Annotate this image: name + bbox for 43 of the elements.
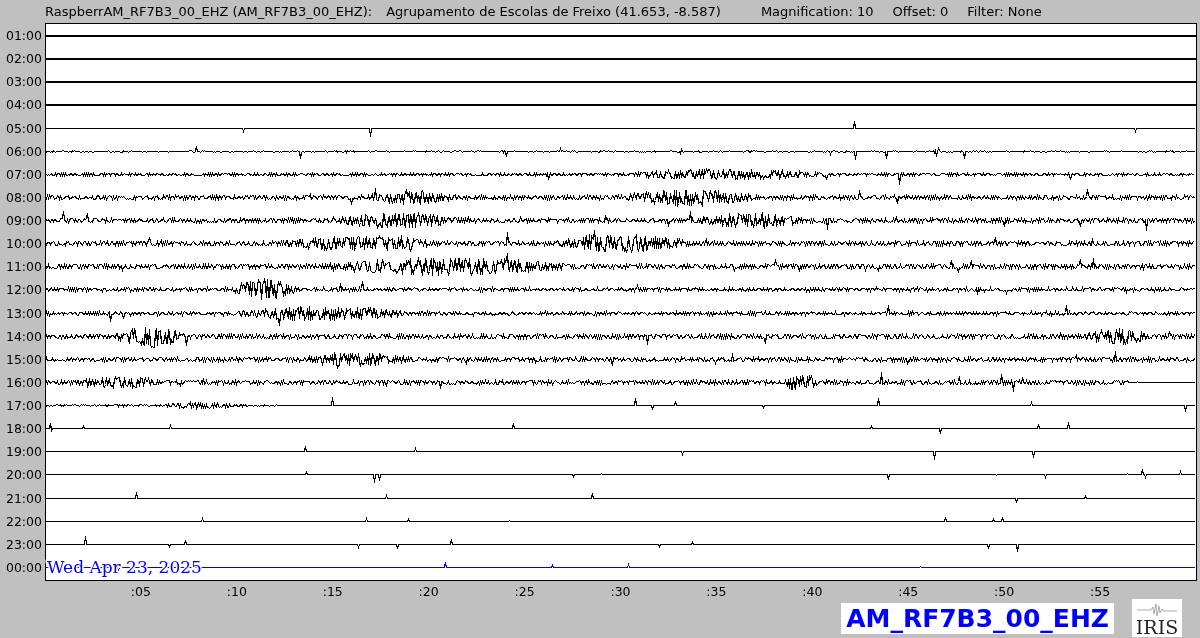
minute-tick-label: :20 — [418, 584, 439, 598]
hour-label: 01:00 — [5, 28, 42, 43]
minute-tick-label: :40 — [802, 584, 823, 598]
hour-label: 16:00 — [5, 375, 42, 390]
station-location: Agrupamento de Escolas de Freixo (41.653, -8.587) — [386, 3, 721, 19]
offset-label: Offset: 0 — [892, 3, 949, 19]
hour-label: 08:00 — [5, 190, 42, 205]
hour-label: 17:00 — [5, 398, 42, 413]
hour-label: 22:00 — [5, 514, 42, 529]
hour-label: 15:00 — [5, 352, 42, 367]
hour-label: 11:00 — [5, 259, 42, 274]
hour-label: 23:00 — [5, 537, 42, 552]
hour-label: 20:00 — [5, 467, 42, 482]
hour-label: 19:00 — [5, 444, 42, 459]
minute-tick-label: :30 — [610, 584, 631, 598]
hour-label: 13:00 — [5, 306, 42, 321]
hour-label: 21:00 — [5, 491, 42, 506]
hour-label: 12:00 — [5, 282, 42, 297]
minute-tick-label: :50 — [994, 584, 1015, 598]
logo-text: IRIS — [1135, 617, 1179, 637]
hour-label: 18:00 — [5, 421, 42, 436]
filter-label: Filter: None — [967, 3, 1042, 19]
hour-label: 02:00 — [5, 51, 42, 66]
hour-label: 09:00 — [5, 213, 42, 228]
minute-tick-label: :10 — [226, 584, 247, 598]
hour-label: 06:00 — [5, 144, 42, 159]
minute-tick-label: :45 — [898, 584, 919, 598]
station-code-label: AM_RF7B3_00_EHZ — [841, 602, 1114, 634]
hour-label: 10:00 — [5, 236, 42, 251]
hour-label: 05:00 — [5, 121, 42, 136]
minute-tick-label: :55 — [1090, 584, 1111, 598]
minute-tick-label: :25 — [514, 584, 535, 598]
station-title: RaspberrAM_RF7B3_00_EHZ (AM_RF7B3_00_EHZ): — [45, 3, 373, 19]
minute-tick-label: :15 — [322, 584, 343, 598]
hour-label: 14:00 — [5, 329, 42, 344]
hour-label: 03:00 — [5, 74, 42, 89]
minute-tick-label: :35 — [706, 584, 727, 598]
hour-label: 07:00 — [5, 167, 42, 182]
minute-tick-label: :05 — [130, 584, 151, 598]
hour-label: 04:00 — [5, 97, 42, 112]
magnification-label: Magnification: 10 — [760, 3, 874, 19]
hour-label: 00:00 — [5, 560, 42, 575]
waveform-icon — [1137, 603, 1177, 617]
